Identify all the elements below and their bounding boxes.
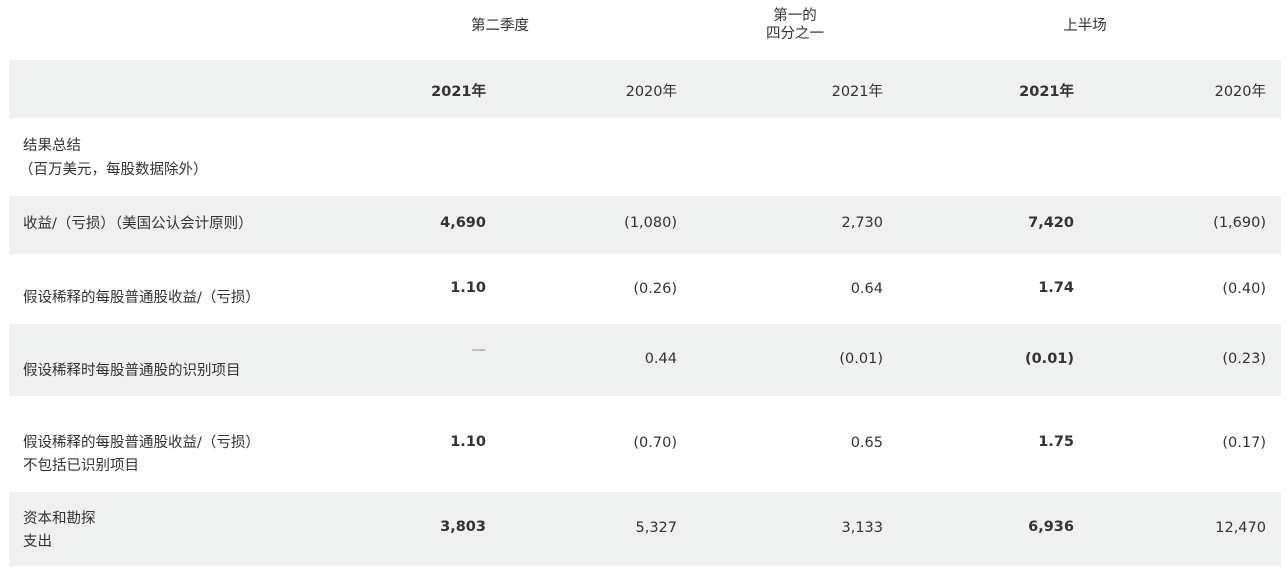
- cell-q1-2021: 2,730: [841, 215, 883, 231]
- section-heading: 结果总结 （百万美元，每股数据除外）: [9, 118, 1281, 196]
- year-h1-2021: 2021年: [1019, 84, 1074, 100]
- row-label-line2: 支出: [23, 534, 52, 550]
- row-label: 假设稀释时每股普通股的识别项目: [23, 363, 241, 379]
- cell-h1-2020: 12,470: [1215, 520, 1266, 536]
- year-h1-2020: 2020年: [1214, 84, 1266, 100]
- header-first-quarter-line1: 第一的: [773, 8, 817, 24]
- cell-q2-2020: (0.26): [633, 281, 677, 297]
- cell-q2-2020: 5,327: [635, 520, 677, 536]
- cell-h1-2020: (0.40): [1222, 281, 1266, 297]
- cell-q2-2020: (0.70): [633, 435, 677, 451]
- cell-q2-2021: —: [471, 342, 487, 358]
- cell-q2-2021: 1.10: [450, 434, 486, 450]
- cell-h1-2020: (1,690): [1213, 215, 1266, 231]
- year-q1-2021: 2021年: [831, 84, 883, 100]
- cell-q2-2020: (1,080): [624, 215, 677, 231]
- header-first-quarter: 第一的 四分之一: [720, 7, 870, 43]
- row-label: 假设稀释的每股普通股收益/（亏损）: [23, 290, 260, 306]
- header-first-half: 上半场: [1063, 18, 1107, 34]
- table-row: 假设稀释时每股普通股的识别项目 — 0.44 (0.01) (0.01) (0.…: [9, 324, 1281, 396]
- cell-h1-2021: 6,936: [1028, 519, 1074, 535]
- cell-q2-2021: 4,690: [440, 215, 486, 231]
- cell-h1-2021: 7,420: [1028, 215, 1074, 231]
- cell-q1-2021: (0.01): [839, 351, 883, 367]
- cell-h1-2021: (0.01): [1024, 351, 1074, 367]
- table-row: 收益/（亏损）（美国公认会计原则） 4,690 (1,080) 2,730 7,…: [9, 196, 1281, 254]
- cell-q1-2021: 0.64: [850, 281, 883, 297]
- row-label-line1: 假设稀释的每股普通股收益/（亏损）: [23, 435, 260, 451]
- section-subtitle: （百万美元，每股数据除外）: [19, 162, 208, 178]
- table-row: 资本和勘探 支出 3,803 5,327 3,133 6,936 12,470: [9, 492, 1281, 566]
- cell-q2-2020: 0.44: [644, 351, 677, 367]
- row-label: 收益/（亏损）（美国公认会计原则）: [23, 216, 253, 232]
- header-first-quarter-line2: 四分之一: [766, 26, 824, 42]
- cell-q1-2021: 3,133: [841, 520, 883, 536]
- cell-q2-2021: 1.10: [450, 280, 486, 296]
- section-title: 结果总结: [23, 138, 81, 154]
- year-header-row: 2021年 2020年 2021年 2021年 2020年: [9, 60, 1281, 118]
- row-label-line2: 不包括已识别项目: [23, 458, 139, 474]
- table-row: 假设稀释的每股普通股收益/（亏损） 不包括已识别项目 1.10 (0.70) 0…: [9, 396, 1281, 492]
- row-label-line1: 资本和勘探: [23, 511, 96, 527]
- table-row: 假设稀释的每股普通股收益/（亏损） 1.10 (0.26) 0.64 1.74 …: [9, 254, 1281, 324]
- header-second-quarter: 第二季度: [471, 18, 529, 34]
- year-q2-2021: 2021年: [431, 84, 486, 100]
- cell-q2-2021: 3,803: [440, 519, 486, 535]
- cell-h1-2020: (0.17): [1222, 435, 1266, 451]
- cell-h1-2020: (0.23): [1222, 351, 1266, 367]
- year-q2-2020: 2020年: [625, 84, 677, 100]
- cell-q1-2021: 0.65: [850, 435, 883, 451]
- cell-h1-2021: 1.75: [1038, 434, 1074, 450]
- period-group-header: 第二季度 第一的 四分之一 上半场: [0, 0, 1287, 60]
- cell-h1-2021: 1.74: [1038, 280, 1074, 296]
